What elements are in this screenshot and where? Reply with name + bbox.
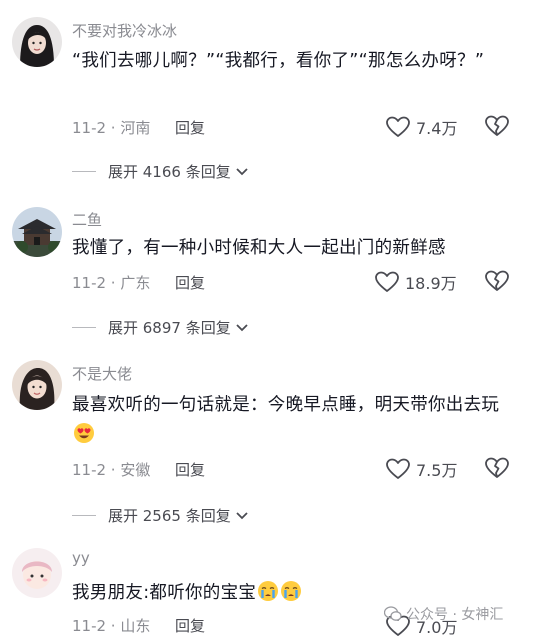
crying-emoji [281, 581, 302, 601]
divider [72, 515, 96, 516]
chevron-down-icon [236, 167, 248, 175]
broken-heart-icon [485, 115, 509, 136]
comment-text-body: 最喜欢听的一句话就是：今晚早点睡，明天带你出去玩 [72, 395, 500, 415]
avatar[interactable] [12, 207, 62, 257]
like-count: 18.9万 [405, 274, 457, 293]
comment-meta: 11-2 · 河南 [72, 119, 151, 137]
comment-meta: 11-2 · 广东 [72, 274, 151, 292]
chevron-down-icon [236, 511, 248, 519]
dislike-button[interactable] [485, 457, 509, 483]
comment-username[interactable]: 不是大佬 [72, 363, 132, 384]
reply-button[interactable]: 回复 [175, 615, 205, 636]
heart-outline-icon [375, 271, 399, 292]
chevron-down-icon [236, 323, 248, 331]
comment-text: 最喜欢听的一句话就是：今晚早点睡，明天带你出去玩 [72, 390, 512, 450]
wechat-icon [384, 606, 402, 621]
like-button[interactable]: 18.9万 [375, 270, 457, 294]
crying-emoji [258, 581, 279, 601]
comment-meta: 11-2 · 山东 [72, 617, 151, 635]
divider [72, 327, 96, 328]
heart-eyes-emoji [74, 423, 94, 443]
avatar[interactable] [12, 548, 62, 598]
comment-text-body: 我男朋友:都听你的宝宝 [72, 583, 257, 603]
heart-outline-icon [386, 116, 410, 137]
like-count: 7.4万 [416, 119, 458, 138]
dislike-button[interactable] [485, 270, 509, 296]
comment-username[interactable]: 不要对我冷冰冰 [72, 20, 177, 41]
expand-replies[interactable]: 展开 6897 条回复 [72, 317, 249, 338]
reply-button[interactable]: 回复 [175, 117, 205, 138]
reply-button[interactable]: 回复 [175, 459, 205, 480]
expand-replies[interactable]: 展开 2565 条回复 [72, 505, 249, 526]
expand-replies-label: 展开 2565 条回复 [108, 507, 231, 525]
dislike-button[interactable] [485, 115, 509, 141]
comment-text: 我懂了，有一种小时候和大人一起出门的新鲜感 [72, 238, 446, 258]
comment-meta: 11-2 · 安徽 [72, 461, 151, 479]
comment-username[interactable]: yy [72, 549, 90, 567]
expand-replies-label: 展开 4166 条回复 [108, 163, 231, 181]
like-button[interactable]: 7.5万 [386, 457, 457, 481]
watermark-text: 公众号 · 女神汇 [406, 607, 504, 623]
comment-text: “我们去哪儿啊？”“我都行，看你了”“那怎么办呀？” [72, 51, 485, 71]
expand-replies[interactable]: 展开 4166 条回复 [72, 161, 249, 182]
divider [72, 171, 96, 172]
avatar[interactable] [12, 360, 62, 410]
heart-outline-icon [386, 458, 410, 479]
like-count: 7.5万 [416, 461, 458, 480]
reply-button[interactable]: 回复 [175, 272, 205, 293]
broken-heart-icon [485, 270, 509, 291]
comment-username[interactable]: 二鱼 [72, 209, 102, 230]
watermark: 公众号 · 女神汇 [384, 604, 503, 624]
avatar[interactable] [12, 17, 62, 67]
like-button[interactable]: 7.4万 [386, 115, 457, 139]
broken-heart-icon [485, 457, 509, 478]
expand-replies-label: 展开 6897 条回复 [108, 319, 231, 337]
